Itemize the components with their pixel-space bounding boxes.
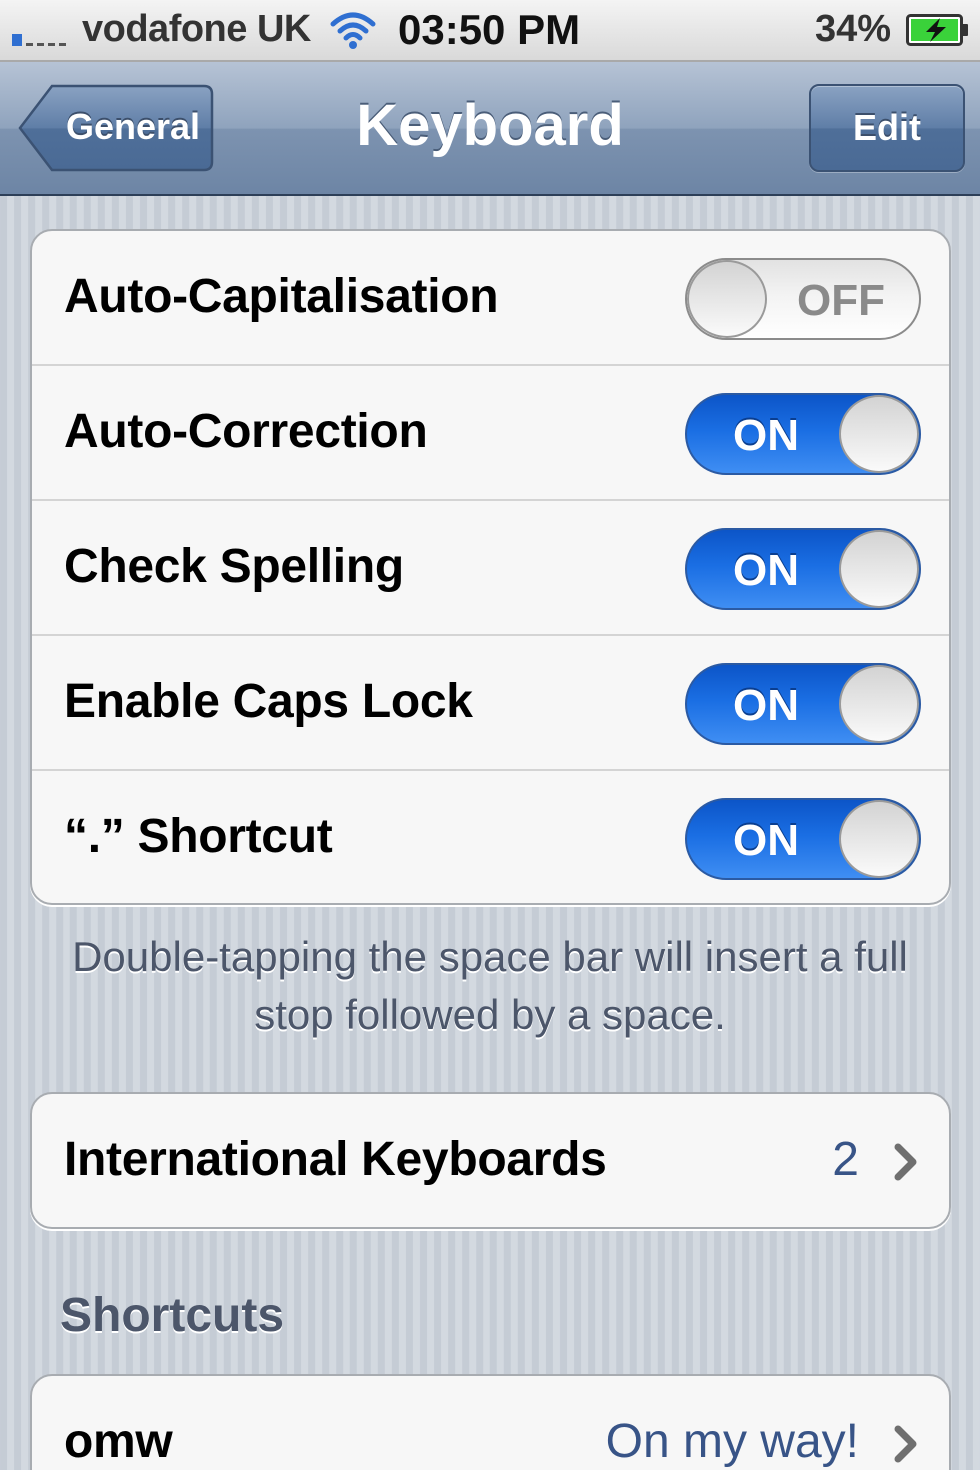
toggle-state: ON — [733, 681, 799, 730]
setting-row-check-spelling: Check Spelling ON — [32, 501, 949, 636]
international-keyboards-row[interactable]: International Keyboards 2 — [32, 1094, 949, 1227]
battery-charging-icon — [906, 14, 968, 46]
toggle-state: OFF — [797, 276, 885, 325]
toggle-state: ON — [733, 816, 799, 865]
carrier-name: vodafone UK — [82, 8, 311, 50]
setting-row-enable-caps-lock: Enable Caps Lock ON — [32, 636, 949, 771]
shortcuts-group: omw On my way! — [30, 1374, 951, 1470]
shortcut-row[interactable]: omw On my way! — [32, 1376, 949, 1470]
toggle-knob — [839, 800, 919, 878]
shortcut-expansion: On my way! — [605, 1415, 859, 1468]
auto-capitalisation-toggle[interactable]: OFF — [685, 258, 921, 340]
setting-row-period-shortcut: “.” Shortcut ON — [32, 771, 949, 903]
battery-percentage: 34% — [815, 8, 892, 50]
international-keyboards-group: International Keyboards 2 — [30, 1092, 951, 1229]
shortcut-phrase-label: omw — [64, 1415, 173, 1468]
shortcut-footer-note: Double-tapping the space bar will insert… — [72, 933, 908, 1038]
setting-row-auto-capitalisation: Auto-Capitalisation OFF — [32, 231, 949, 366]
auto-correction-toggle[interactable]: ON — [685, 393, 921, 475]
status-bar: vodafone UK 03:50 PM 34% — [0, 0, 980, 62]
chevron-right-icon — [894, 1425, 917, 1463]
toggle-knob — [839, 665, 919, 743]
edit-button[interactable]: Edit — [809, 84, 965, 172]
enable-caps-lock-toggle[interactable]: ON — [685, 663, 921, 745]
international-keyboards-label: International Keyboards — [64, 1133, 607, 1186]
wifi-icon — [330, 12, 376, 49]
setting-label: Auto-Correction — [64, 405, 428, 458]
check-spelling-toggle[interactable]: ON — [685, 528, 921, 610]
setting-label: Enable Caps Lock — [64, 675, 473, 728]
toggle-knob — [687, 260, 767, 338]
clock: 03:50 PM — [398, 6, 581, 53]
toggle-state: ON — [733, 546, 799, 595]
keyboard-settings-group: Auto-Capitalisation OFF Auto-Correction … — [30, 229, 951, 905]
setting-label: Check Spelling — [64, 540, 404, 593]
setting-label: “.” Shortcut — [64, 810, 333, 863]
setting-label: Auto-Capitalisation — [64, 270, 499, 323]
signal-icon — [12, 28, 72, 46]
chevron-right-icon — [894, 1143, 917, 1181]
toggle-state: ON — [733, 411, 799, 460]
toggle-knob — [839, 395, 919, 473]
period-shortcut-toggle[interactable]: ON — [685, 798, 921, 880]
setting-row-auto-correction: Auto-Correction ON — [32, 366, 949, 501]
keyboard-count: 2 — [832, 1133, 859, 1186]
shortcuts-section-header: Shortcuts — [60, 1289, 285, 1342]
navigation-bar: General Keyboard Edit — [0, 62, 980, 196]
toggle-knob — [839, 530, 919, 608]
